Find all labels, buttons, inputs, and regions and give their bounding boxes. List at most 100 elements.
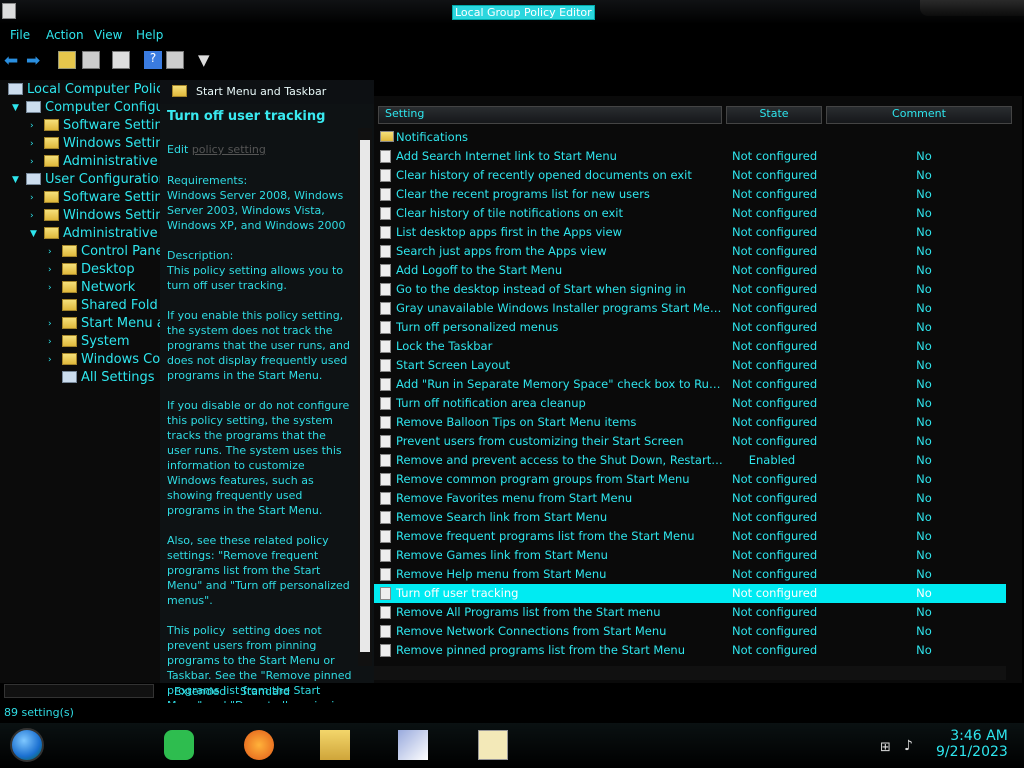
expand-arrow-icon[interactable]: › [30,121,34,131]
setting-state: Not configured [732,358,818,372]
tree-node[interactable]: Local Computer Policy [8,82,160,100]
table-row[interactable]: Go to the desktop instead of Start when … [374,280,1006,299]
column-setting[interactable]: Setting [378,106,722,124]
menu-help[interactable]: Help [136,28,163,42]
taskbar-firefox-icon[interactable] [244,730,274,760]
expand-arrow-icon[interactable]: › [48,319,52,329]
table-row[interactable]: Remove Favorites menu from Start Menu Not… [374,489,1006,508]
collapse-arrow-icon[interactable]: ▼ [30,229,37,239]
table-row[interactable]: Remove Search link from Start Menu Not co… [374,508,1006,527]
taskbar-notepad-icon[interactable] [478,730,508,760]
tree-node[interactable]: All Settings [62,370,155,388]
forward-icon[interactable]: ➡ [26,51,44,71]
expand-arrow-icon[interactable]: › [30,157,34,167]
table-row[interactable]: Prevent users from customizing their Sta… [374,432,1006,451]
tree-node[interactable]: ▼ Computer Configura [12,100,160,118]
table-row[interactable]: Remove frequent programs list from the S… [374,527,1006,546]
show-hide-tree-icon[interactable] [82,51,100,69]
properties-icon[interactable] [166,51,184,69]
table-row[interactable]: Remove Balloon Tips on Start Menu items N… [374,413,1006,432]
column-state[interactable]: State [726,106,822,124]
expand-arrow-icon[interactable]: › [30,211,34,221]
collapse-arrow-icon[interactable]: ▼ [12,103,19,113]
tree-node[interactable]: › Network [48,280,135,298]
table-row[interactable]: Remove common program groups from Start … [374,470,1006,489]
table-row[interactable]: Remove Network Connections from Start Me… [374,622,1006,641]
app-icon[interactable] [2,3,16,19]
up-folder-icon[interactable] [58,51,76,69]
table-row[interactable]: Turn off user tracking Not configured No [374,584,1006,603]
clock-date: 9/21/2023 [936,744,1008,760]
table-row[interactable]: Turn off personalized menus Not configure… [374,318,1006,337]
table-row[interactable]: Lock the Taskbar Not configured No [374,337,1006,356]
tab-standard[interactable]: Standard [240,685,290,698]
tree-node[interactable]: › Start Menu a [48,316,160,334]
table-row[interactable]: Clear the recent programs list for new u… [374,185,1006,204]
expand-arrow-icon[interactable]: › [48,283,52,293]
expand-arrow-icon[interactable]: › [30,139,34,149]
table-row[interactable]: Remove Help menu from Start Menu Not conf… [374,565,1006,584]
network-icon[interactable]: ⊞ [880,740,891,755]
export-list-icon[interactable] [112,51,130,69]
tree-node[interactable]: › Administrative T [30,154,160,172]
table-row[interactable]: Remove and prevent access to the Shut Do… [374,451,1006,470]
status-bar: 89 setting(s) [0,703,1024,723]
edit-policy-link[interactable]: policy setting [192,143,266,156]
window-controls[interactable] [920,0,1024,16]
menu-action[interactable]: Action [46,28,84,42]
menu-file[interactable]: File [10,28,30,42]
tree-node[interactable]: › Software Setting [30,190,160,208]
column-comment[interactable]: Comment [826,106,1012,124]
tree-node[interactable]: ▼ Administrative T [30,226,160,244]
table-row[interactable]: Gray unavailable Windows Installer progr… [374,299,1006,318]
tree-node[interactable]: › Windows Settin [30,208,160,226]
table-row[interactable]: Add Search Internet link to Start Menu No… [374,147,1006,166]
table-row[interactable]: Clear history of recently opened documen… [374,166,1006,185]
collapse-arrow-icon[interactable]: ▼ [12,175,19,185]
tree-node[interactable]: › Control Pane [48,244,160,262]
table-row[interactable]: Add "Run in Separate Memory Space" check… [374,375,1006,394]
expand-arrow-icon[interactable]: › [48,247,52,257]
start-button[interactable] [10,728,44,762]
tree-node[interactable]: › Windows Settin [30,136,160,154]
table-row[interactable]: Clear history of tile notifications on e… [374,204,1006,223]
list-horizontal-scrollbar[interactable] [374,666,1006,680]
tree-node[interactable]: › Windows Co [48,352,160,370]
table-row[interactable]: Remove All Programs list from the Start … [374,603,1006,622]
tree-horizontal-scrollbar[interactable] [4,684,154,698]
taskbar-file-explorer-icon[interactable] [320,730,350,760]
expand-arrow-icon[interactable]: › [30,193,34,203]
menu-view[interactable]: View [94,28,122,42]
taskbar-app-notes-icon[interactable] [164,730,194,760]
system-clock[interactable]: 3:46 AM 9/21/2023 [936,728,1008,760]
table-row[interactable]: Start Screen Layout Not configured No [374,356,1006,375]
setting-state: Not configured [732,472,818,486]
tree-node[interactable]: › Software Setting [30,118,160,136]
tree-node[interactable]: › System [48,334,129,352]
table-row[interactable]: Notifications [374,128,1006,147]
tab-extended[interactable]: Extended [174,685,226,698]
setting-name: Lock the Taskbar [396,339,493,353]
expand-arrow-icon[interactable]: › [48,337,52,347]
filter-icon[interactable]: ▼ [198,51,216,69]
user-icon [26,173,41,185]
table-row[interactable]: Remove Games link from Start Menu Not con… [374,546,1006,565]
table-row[interactable]: Search just apps from the Apps view Not c… [374,242,1006,261]
expand-arrow-icon[interactable]: › [48,355,52,365]
taskbar-app-icon[interactable] [398,730,428,760]
table-row[interactable]: List desktop apps first in the Apps view… [374,223,1006,242]
table-row[interactable]: Add Logoff to the Start Menu Not configur… [374,261,1006,280]
tree-node[interactable]: › Desktop [48,262,135,280]
tree-node[interactable]: Shared Fold [62,298,158,316]
description-scroll-thumb[interactable] [360,140,370,652]
expand-arrow-icon[interactable]: › [48,265,52,275]
help-icon[interactable]: ? [144,51,162,69]
table-row[interactable]: Remove pinned programs list from the Sta… [374,641,1006,660]
table-row[interactable]: Turn off notification area cleanup Not co… [374,394,1006,413]
policy-setting-icon [380,207,391,220]
back-icon[interactable]: ⬅ [4,51,22,71]
tree-node[interactable]: ▼ User Configuration [12,172,160,190]
setting-comment: No [916,168,932,182]
setting-name: List desktop apps first in the Apps view [396,225,622,239]
volume-icon[interactable]: ♪ [904,738,913,754]
